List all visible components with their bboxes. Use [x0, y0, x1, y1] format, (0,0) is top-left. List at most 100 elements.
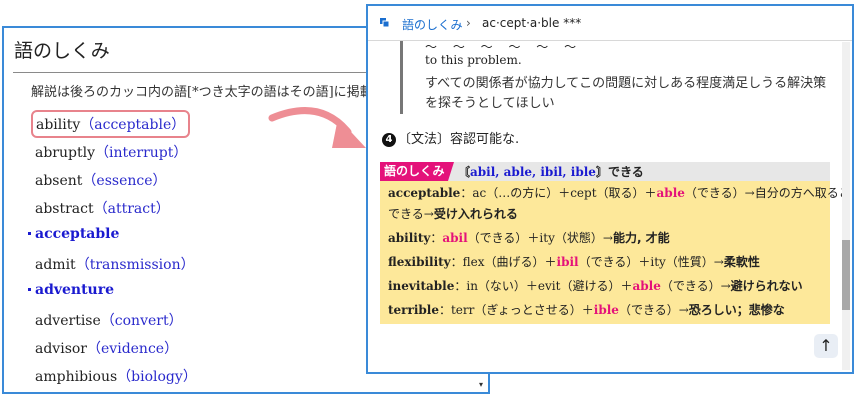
- row-pre: ：in（ない）＋evit（避ける）＋: [454, 279, 633, 293]
- paren: （: [100, 313, 115, 329]
- paren: ）: [152, 173, 167, 189]
- breadcrumb-home-link[interactable]: 語のしくみ: [402, 16, 462, 33]
- structure-row: inevitable：in（ない）＋evit（避ける）＋able（できる）→避け…: [388, 276, 803, 296]
- example-quote: ～ 〜 ～ ～ ～ ～ to this problem. すべての関係者が協力し…: [400, 40, 826, 114]
- list-item[interactable]: amphibious（biology）: [35, 366, 197, 386]
- box-tag: 語のしくみ: [380, 162, 448, 181]
- affix-list: abil, able, ibil, ible: [470, 165, 596, 179]
- row-affix: ible: [593, 303, 619, 317]
- row-word: inevitable: [388, 279, 455, 293]
- list-item[interactable]: absent（essence）: [35, 170, 167, 190]
- row-word: terrible: [388, 303, 439, 317]
- paren: （: [75, 257, 90, 273]
- row-affix: able: [632, 279, 661, 293]
- row-word: ability: [388, 231, 431, 245]
- list-item[interactable]: advertise（convert）: [35, 310, 183, 330]
- paren: （: [87, 341, 102, 357]
- structure-row: flexibility：flex（曲げる）＋ibil（できる）＋ity（性質）→…: [388, 252, 760, 272]
- word-structure-box: 語のしくみ 〘abil, able, ibil, ible〙できる accept…: [380, 162, 852, 324]
- bracket: 〘: [458, 165, 471, 179]
- entry-ref-link[interactable]: acceptable: [94, 117, 171, 133]
- entry-detail-window: 語のしくみ › ac·cept·a·ble *** ～ 〜 ～ ～ ～ ～ to…: [366, 4, 854, 374]
- paren: （: [93, 201, 108, 217]
- row-pre: ：ac（…の方に）＋cept（取る）＋: [460, 186, 657, 200]
- row-post: （できる）＋ity（状態）→: [467, 231, 613, 245]
- list-item[interactable]: acceptable: [28, 226, 120, 242]
- list-item[interactable]: adventure: [28, 282, 115, 298]
- box-header: 語のしくみ 〘abil, able, ibil, ible〙できる: [380, 162, 830, 181]
- example-japanese: すべての関係者が協力してこの問題に対しある程度満足しうる解決策を探そうとしてほし…: [425, 76, 827, 111]
- paren: （: [82, 173, 97, 189]
- paren: ）: [182, 369, 197, 385]
- row-pre: ：terr（ぎょっとさせる）＋: [438, 303, 594, 317]
- entry-word: abruptly: [35, 145, 95, 161]
- entry-word: ability: [36, 117, 81, 133]
- entry-ref-link[interactable]: biology: [131, 369, 183, 385]
- row-result: 柔軟性: [723, 255, 760, 269]
- entry-ref-link[interactable]: essence: [96, 173, 152, 189]
- row-result: 能力, 才能: [612, 231, 670, 245]
- paren: （: [95, 145, 109, 161]
- row-result: 受け入れられる: [433, 207, 518, 221]
- sense-number: 4: [382, 133, 396, 147]
- row-affix: ibil: [556, 255, 579, 269]
- row-affix: abil: [442, 231, 468, 245]
- structure-row: terrible：terr（ぎょっとさせる）＋ible（できる）→恐ろしい；悲惨…: [388, 300, 785, 320]
- scrollbar[interactable]: [842, 42, 850, 370]
- entry-ref-link[interactable]: interrupt: [109, 145, 173, 161]
- box-heading: 〘abil, able, ibil, ible〙できる: [458, 163, 644, 180]
- paren: ）: [168, 313, 183, 329]
- bullet-icon: [28, 288, 31, 291]
- paren: ）: [173, 145, 188, 161]
- affix-meaning: できる: [607, 165, 644, 179]
- row-post: （できる）→: [618, 303, 689, 317]
- copy-pages-icon: [380, 18, 390, 28]
- window-title: 語のしくみ: [14, 40, 110, 62]
- row-post: （できる）→: [660, 279, 731, 293]
- row-line2: できる→: [388, 207, 434, 221]
- paren: （: [117, 369, 132, 385]
- description: 解説は後ろのカッコ内の語[*つき太字の語はその語]に掲載: [31, 85, 373, 100]
- list-item[interactable]: abruptly（interrupt）: [35, 142, 187, 162]
- structure-row: ability：abil（できる）＋ity（状態）→能力, 才能: [388, 228, 670, 248]
- row-word: flexibility: [388, 255, 451, 269]
- structure-row: acceptable：ac（…の方に）＋cept（取る）＋able（できる）→自…: [388, 183, 852, 203]
- list-item[interactable]: abstract（attract）: [35, 198, 170, 218]
- entry-ref-link[interactable]: transmission: [90, 257, 181, 273]
- paren: ）: [155, 201, 170, 217]
- row-word: acceptable: [388, 186, 461, 200]
- entry-word: advisor: [35, 341, 88, 357]
- breadcrumb: 語のしくみ › ac·cept·a·ble ***: [368, 6, 852, 41]
- example-english: to this problem.: [425, 53, 522, 67]
- entry-ref-link[interactable]: evidence: [101, 341, 164, 357]
- structure-row-continuation: できる→受け入れられる: [388, 204, 518, 224]
- bullet-icon: [28, 232, 31, 235]
- entry-word: admit: [35, 257, 76, 273]
- list-item[interactable]: admit（transmission）: [35, 254, 195, 274]
- entry-word: absent: [35, 173, 83, 189]
- row-pre: ：flex（曲げる）＋: [450, 255, 557, 269]
- paren: ）: [164, 341, 179, 357]
- row-post: （できる）＋ity（性質）→: [578, 255, 724, 269]
- entry-ref-link[interactable]: convert: [115, 313, 169, 329]
- bracket: 〙: [595, 165, 608, 179]
- entry-word: adventure: [35, 282, 115, 298]
- box-tag-tip: [448, 162, 454, 181]
- list-item[interactable]: ability（acceptable）: [30, 110, 191, 138]
- row-pre: ：: [430, 231, 443, 245]
- list-item[interactable]: advisor（evidence）: [35, 338, 178, 358]
- entry-word: acceptable: [35, 226, 120, 242]
- entry-word: abstract: [35, 201, 94, 217]
- breadcrumb-current: ac·cept·a·ble ***: [482, 16, 582, 30]
- row-result: 避けられない: [730, 279, 803, 293]
- entry-word: amphibious: [35, 369, 118, 385]
- sense-text: 〔文法〕容認可能な.: [398, 132, 520, 147]
- entry-content: ～ 〜 ～ ～ ～ ～ to this problem. すべての関係者が協力し…: [368, 40, 852, 372]
- scroll-down-icon[interactable]: ▾: [476, 380, 486, 390]
- paren: （: [80, 117, 95, 133]
- scroll-top-icon[interactable]: ↑: [814, 334, 838, 358]
- breadcrumb-separator: ›: [466, 16, 471, 30]
- entry-ref-link[interactable]: attract: [108, 201, 156, 217]
- entry-word: advertise: [35, 313, 101, 329]
- scrollbar-thumb[interactable]: [842, 240, 850, 310]
